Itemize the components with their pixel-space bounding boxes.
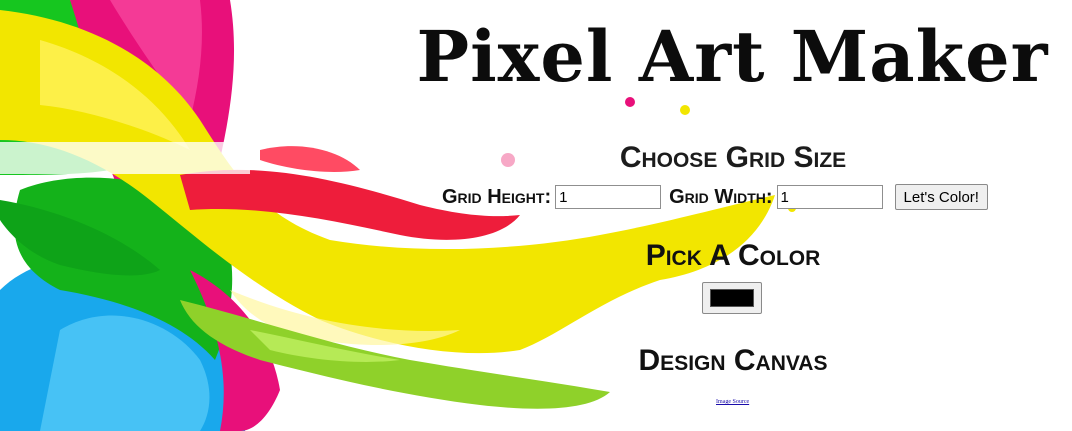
grid-size-form: Grid Height: Grid Width: Let's Color!: [442, 182, 988, 212]
selected-color-swatch: [710, 289, 754, 307]
page-title: Pixel Art Maker: [416, 15, 1049, 98]
lets-color-button[interactable]: Let's Color!: [894, 184, 988, 210]
grid-width-input[interactable]: [776, 185, 883, 209]
grid-size-heading: Choose Grid Size: [619, 141, 847, 174]
grid-height-input[interactable]: [555, 185, 662, 209]
grid-height-label: Grid Height:: [442, 185, 552, 208]
image-source-link[interactable]: Image Source: [716, 399, 749, 405]
pick-color-heading: Pick A Color: [645, 239, 821, 272]
design-canvas-heading: Design Canvas: [638, 344, 828, 377]
page: Pixel Art Maker Choose Grid Size Grid He…: [0, 0, 1072, 431]
color-picker[interactable]: [702, 282, 762, 314]
grid-width-label: Grid Width:: [669, 185, 773, 208]
